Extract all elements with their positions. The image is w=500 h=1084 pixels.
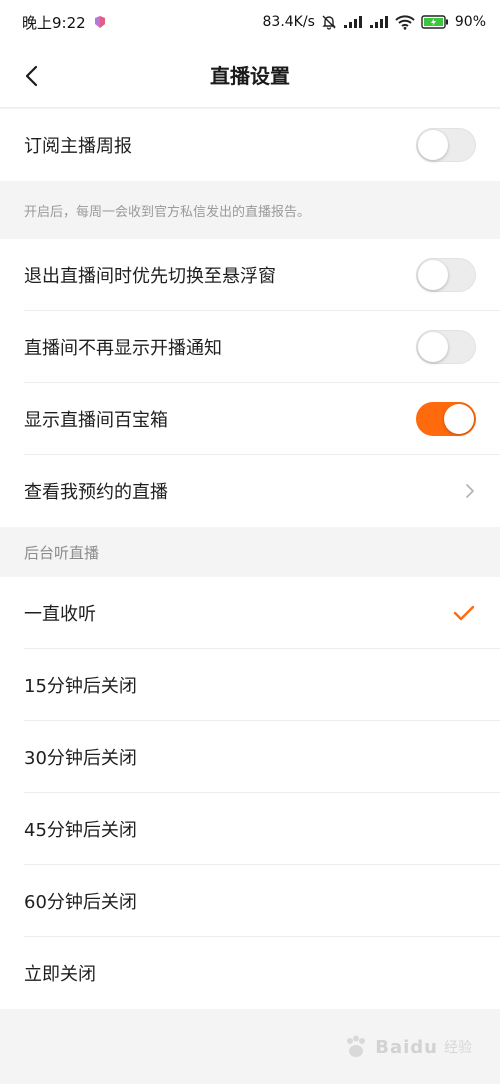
listen-option-label: 立即关闭 [24,964,96,985]
back-button[interactable] [12,56,52,96]
app-notification-icon [94,15,106,29]
wifi-icon [395,14,415,30]
live-options-section: 退出直播间时优先切换至悬浮窗 直播间不再显示开播通知 显示直播间百宝箱 查看我预… [0,239,500,527]
listen-option-label: 15分钟后关闭 [24,676,137,697]
listen-option-row[interactable]: 一直收听 [0,577,500,649]
toggle-knob [418,130,448,160]
listen-option-row[interactable]: 60分钟后关闭 [0,865,500,937]
hide-live-notice-label: 直播间不再显示开播通知 [24,338,222,359]
floating-window-row: 退出直播间时优先切换至悬浮窗 [0,239,500,311]
background-listen-section: 一直收听 15分钟后关闭 30分钟后关闭 45分钟后关闭 60分钟后关闭 立即关… [0,577,500,1009]
chevron-left-icon [25,65,38,87]
paw-logo-icon [347,1035,366,1057]
listen-option-check-slot [452,603,476,623]
my-reservations-label: 查看我预约的直播 [24,482,168,503]
toggle-knob [418,260,448,290]
watermark-sub: 经验 [444,1040,472,1056]
weekly-report-hint: 开启后，每周一会收到官方私信发出的直播报告。 [0,181,500,239]
listen-option-row[interactable]: 15分钟后关闭 [0,649,500,721]
toggle-knob [418,332,448,362]
listen-option-label: 60分钟后关闭 [24,892,137,913]
signal-icon-2 [369,15,389,29]
network-speed: 83.4K/s [262,14,315,30]
checkmark-icon [453,605,475,621]
toggle-knob [444,404,474,434]
my-reservations-row[interactable]: 查看我预约的直播 [0,455,500,527]
status-bar: 晚上9:22 83.4K/s 90% [0,0,500,44]
listen-option-row[interactable]: 30分钟后关闭 [0,721,500,793]
signal-icon [343,15,363,29]
chevron-right-icon [466,484,474,498]
floating-window-toggle[interactable] [416,258,476,292]
listen-option-label: 一直收听 [24,604,96,625]
hide-live-notice-toggle[interactable] [416,330,476,364]
subscribe-weekly-report-toggle[interactable] [416,128,476,162]
listen-option-row[interactable]: 立即关闭 [0,937,500,1009]
nav-bar: 直播设置 [0,44,500,108]
floating-window-label: 退出直播间时优先切换至悬浮窗 [24,266,276,287]
weekly-report-section: 订阅主播周报 [0,109,500,181]
page-title: 直播设置 [210,64,290,88]
baidu-jingyan-watermark: Baidu 经验 [343,1034,472,1060]
subscribe-weekly-report-label: 订阅主播周报 [24,136,132,157]
listen-option-label: 30分钟后关闭 [24,748,137,769]
battery-level: 90% [454,14,486,30]
treasure-box-row: 显示直播间百宝箱 [0,383,500,455]
status-time: 晚上9:22 [22,13,86,32]
live-settings-screen: 晚上9:22 83.4K/s 90% 直播设置 订阅主播周报 开启后，每周一会收… [0,0,500,1084]
hide-live-notice-row: 直播间不再显示开播通知 [0,311,500,383]
mute-bell-icon [321,14,337,30]
background-listen-header: 后台听直播 [0,527,500,577]
treasure-box-label: 显示直播间百宝箱 [24,410,168,431]
battery-icon [421,15,449,29]
listen-option-row[interactable]: 45分钟后关闭 [0,793,500,865]
treasure-box-toggle[interactable] [416,402,476,436]
listen-option-label: 45分钟后关闭 [24,820,137,841]
watermark-text: Baidu [375,1036,438,1058]
subscribe-weekly-report-row: 订阅主播周报 [0,109,500,181]
